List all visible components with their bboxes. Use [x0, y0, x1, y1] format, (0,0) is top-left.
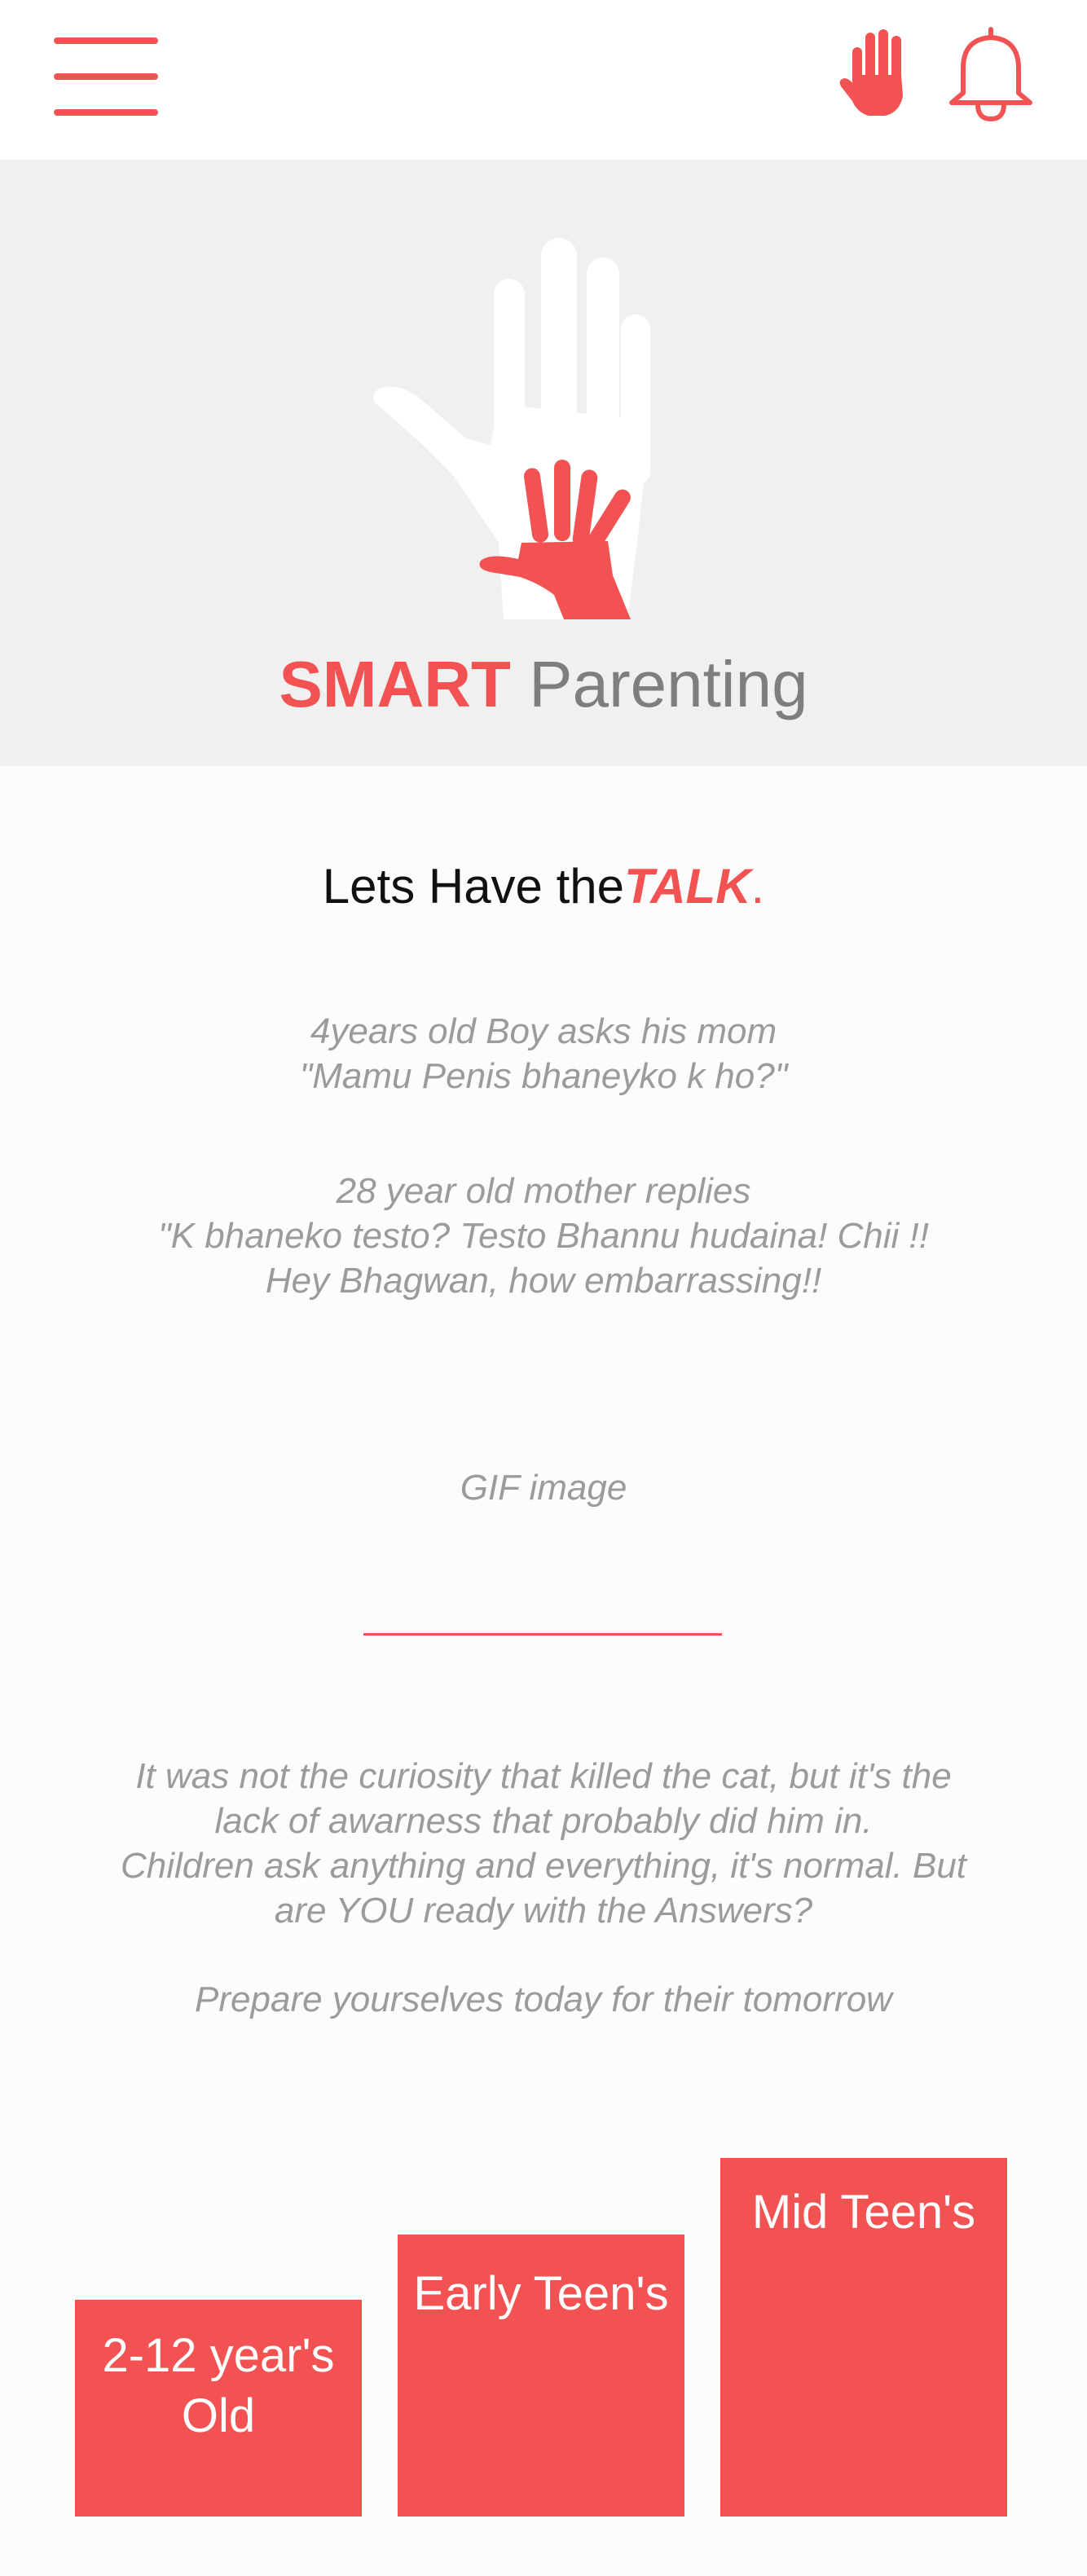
child-question-text: 4years old Boy asks his mom "Mamu Penis … — [0, 1009, 1087, 1099]
mother-line: "K bhaneko testo? Testo Bhannu hudaina! … — [158, 1216, 929, 1256]
hamburger-menu-icon[interactable] — [54, 37, 158, 116]
top-bar — [0, 0, 1087, 160]
brand-smart: SMART — [279, 648, 511, 720]
child-line: "Mamu Penis bhaneyko k ho?" — [299, 1056, 788, 1096]
menu-line — [54, 109, 158, 116]
menu-line — [54, 73, 158, 80]
age-group-early-teen-button[interactable]: Early Teen's — [398, 2235, 684, 2517]
age-group-label: 2-12 year's — [102, 2329, 335, 2382]
mother-line: 28 year old mother replies — [336, 1171, 751, 1211]
message-line: are YOU ready with the Answers? — [274, 1891, 813, 1931]
message-line: It was not the curiosity that killed the… — [135, 1756, 952, 1796]
gif-placeholder: GIF image — [0, 1465, 1087, 1510]
age-group-label: Mid Teen's — [751, 2186, 976, 2239]
talk-heading: Lets Have theTALK. — [0, 856, 1087, 918]
mother-reply-text: 28 year old mother replies "K bhaneko te… — [0, 1169, 1087, 1303]
child-line: 4years old Boy asks his mom — [310, 1011, 777, 1051]
hero-banner: SMART Parenting — [0, 160, 1087, 766]
age-group-mid-teen-button[interactable]: Mid Teen's — [720, 2158, 1007, 2517]
talk-heading-suffix: . — [750, 859, 765, 914]
raised-hand-icon[interactable] — [836, 28, 911, 119]
talk-heading-emphasis: TALK — [624, 859, 751, 914]
message-line: Children ask anything and everything, it… — [120, 1846, 967, 1886]
menu-line — [54, 37, 158, 44]
awareness-message: It was not the curiosity that killed the… — [0, 1754, 1087, 1933]
app-brand-title: SMART Parenting — [0, 645, 1087, 724]
age-group-label: Old — [181, 2389, 256, 2442]
age-group-2-12-button[interactable]: 2-12 year's Old — [75, 2300, 362, 2517]
adult-and-child-hands-logo — [368, 200, 678, 619]
mother-line: Hey Bhagwan, how embarrassing!! — [265, 1261, 822, 1301]
tagline: Prepare yourselves today for their tomor… — [0, 1977, 1087, 2022]
talk-heading-prefix: Lets Have the — [322, 859, 625, 914]
section-divider — [363, 1633, 722, 1636]
tagline-text: Prepare yourselves today for their tomor… — [195, 1979, 892, 2019]
brand-parenting: Parenting — [529, 648, 808, 720]
age-group-label: Early Teen's — [413, 2267, 669, 2320]
notification-bell-icon[interactable] — [945, 24, 1036, 124]
gif-placeholder-label: GIF image — [460, 1468, 627, 1508]
message-line: lack of awarness that probably did him i… — [214, 1801, 873, 1841]
